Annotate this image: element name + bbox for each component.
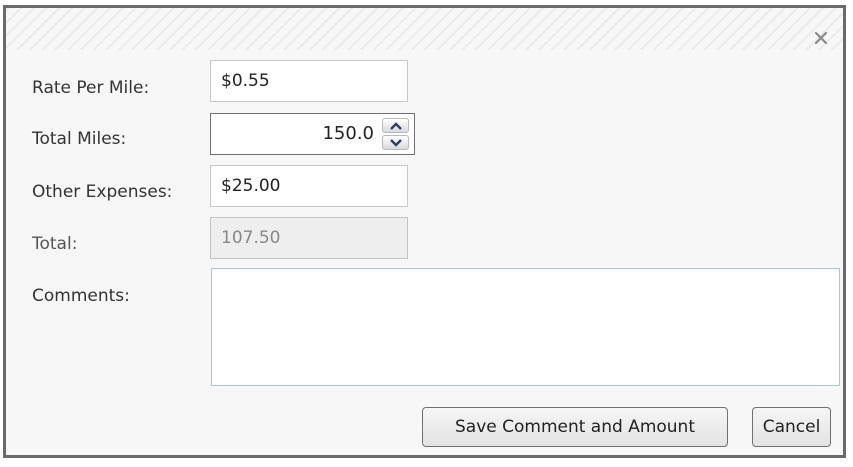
expense-dialog: Rate Per Mile: Total Miles: 150.0 Other …	[3, 5, 846, 458]
chevron-down-icon[interactable]	[382, 135, 409, 150]
rate-per-mile-label: Rate Per Mile:	[32, 78, 150, 98]
total-miles-label: Total Miles:	[32, 129, 127, 149]
other-expenses-input[interactable]	[210, 165, 408, 207]
comments-label: Comments:	[32, 286, 130, 306]
cancel-button[interactable]: Cancel	[752, 407, 831, 447]
total-label: Total:	[32, 234, 78, 254]
total-miles-stepper[interactable]: 150.0	[210, 113, 415, 155]
other-expenses-label: Other Expenses:	[32, 182, 173, 202]
rate-per-mile-input[interactable]	[210, 60, 408, 102]
save-comment-and-amount-button[interactable]: Save Comment and Amount	[422, 407, 728, 447]
close-icon[interactable]	[813, 30, 829, 46]
total-miles-value[interactable]: 150.0	[322, 114, 374, 154]
dialog-header	[6, 8, 843, 50]
total-input	[210, 217, 408, 259]
chevron-up-icon[interactable]	[382, 118, 409, 133]
comments-textarea[interactable]	[211, 268, 840, 386]
spin-buttons	[382, 118, 409, 150]
